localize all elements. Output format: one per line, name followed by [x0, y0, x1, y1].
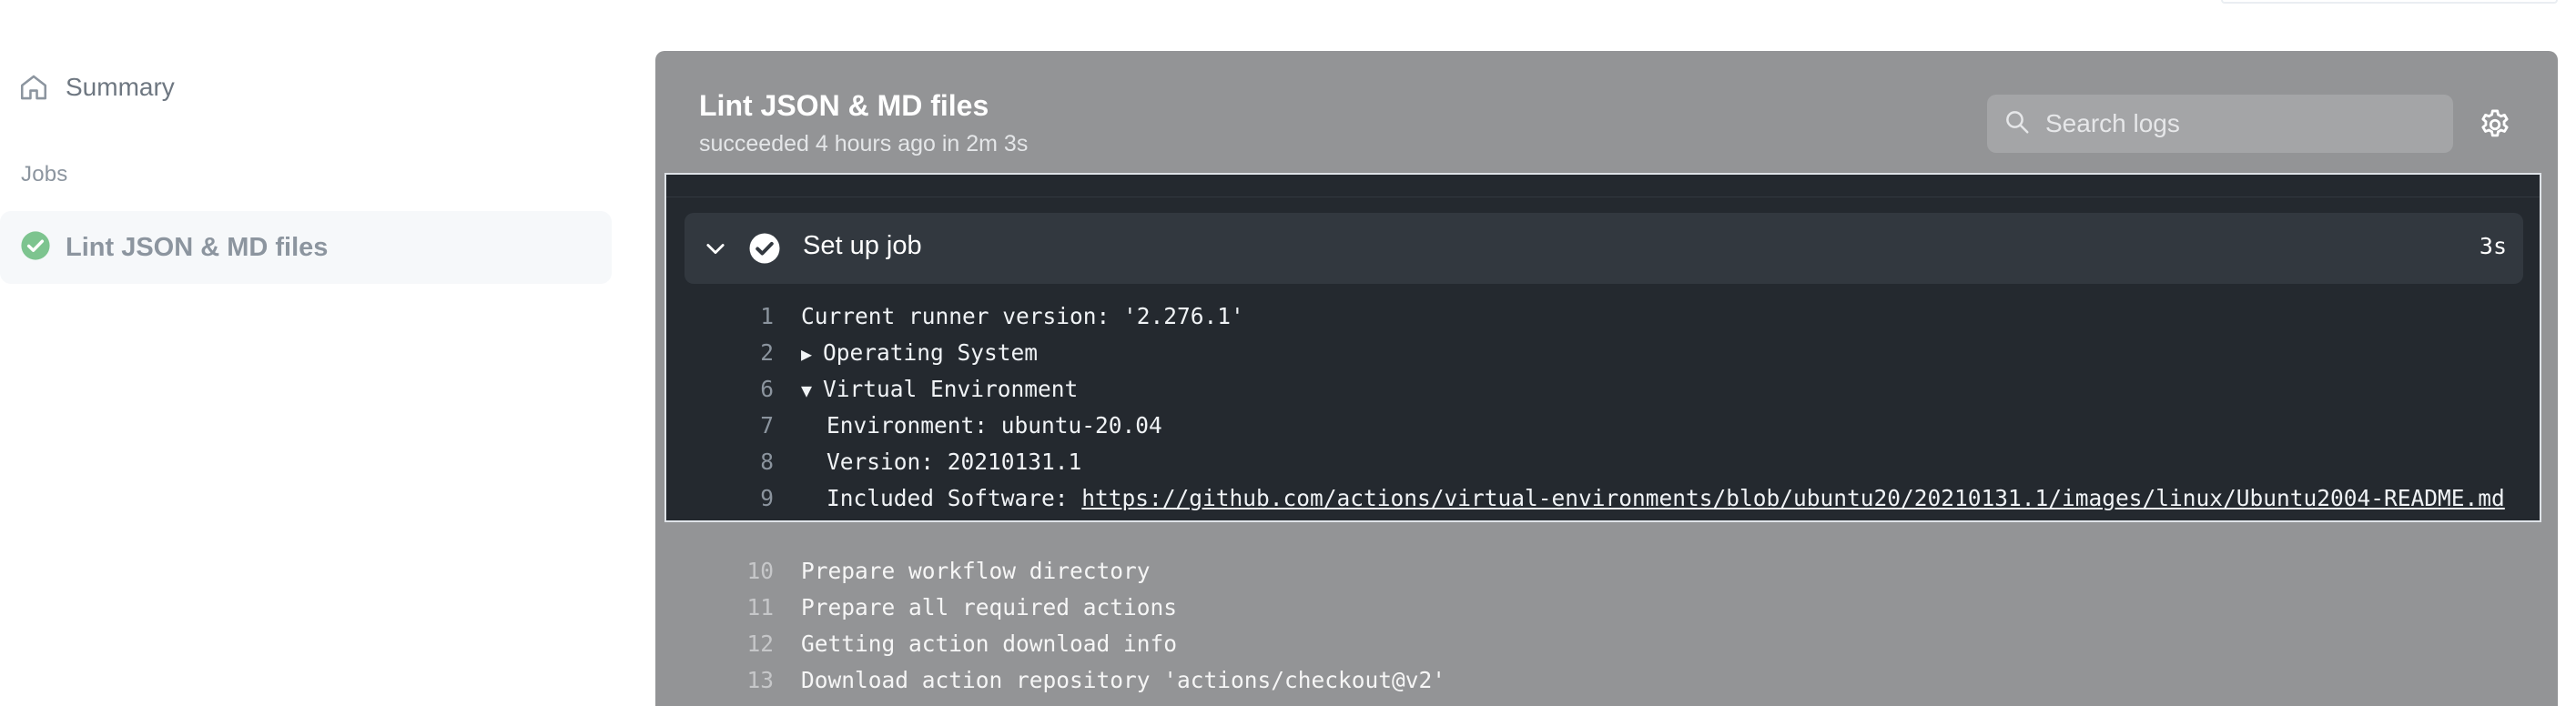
log-line: 7 Environment: ubuntu-20.04 [655, 408, 2530, 444]
log-text: Getting action download info [801, 630, 1178, 657]
log-text: Included Software: [827, 485, 1082, 511]
log-line: 13 Download action repository 'actions/c… [655, 662, 2558, 699]
log-line: 12 Getting action download info [655, 626, 2558, 662]
top-right-tab [2221, 0, 2558, 4]
log-text: Current runner version: '2.276.1' [801, 303, 1244, 329]
step-title: Set up job [803, 231, 922, 260]
line-number: 1 [760, 303, 774, 329]
check-circle-icon [748, 232, 781, 269]
chevron-down-icon[interactable] [703, 236, 728, 266]
log-text: Environment: ubuntu-20.04 [827, 412, 1162, 439]
line-number: 13 [746, 667, 774, 693]
log-line: 11 Prepare all required actions [655, 590, 2558, 626]
job-title: Lint JSON & MD files [699, 89, 989, 122]
log-text: Download action repository 'actions/chec… [801, 667, 1446, 693]
log-line: 1 Current runner version: '2.276.1' [655, 298, 2530, 335]
log-text: Prepare workflow directory [801, 558, 1151, 584]
setup-job-step: Set up job 3s 1 Current runner version: … [664, 173, 2541, 522]
sidebar-item-summary-label: Summary [66, 73, 175, 101]
line-number: 14 [655, 699, 774, 706]
log-text: Prepare all required actions [801, 594, 1178, 620]
line-number: 8 [760, 449, 774, 475]
jobs-heading: Jobs [21, 162, 68, 187]
search-logs-input[interactable] [2044, 108, 2448, 139]
step-duration: 3s [2479, 233, 2507, 259]
step-header-setup-job[interactable]: Set up job 3s [685, 213, 2523, 284]
line-number: 7 [760, 412, 774, 439]
sidebar: Summary Jobs Lint JSON & MD files [0, 0, 619, 706]
search-logs-box[interactable] [1987, 95, 2453, 153]
line-number: 10 [746, 558, 774, 584]
line-number: 2 [760, 339, 774, 366]
triangle-right-icon[interactable]: ▶ [801, 336, 823, 372]
log-group-label[interactable]: Virtual Environment [823, 376, 1078, 402]
gear-icon[interactable] [2478, 107, 2512, 142]
log-group-label[interactable]: Operating System [823, 339, 1038, 366]
job-status-text: succeeded 4 hours ago in 2m 3s [699, 131, 1029, 156]
home-icon [18, 72, 49, 103]
log-line: 14 Download action repository 'github/su… [655, 699, 2558, 706]
sidebar-item-job-label: Lint JSON & MD files [66, 232, 329, 262]
sidebar-item-summary[interactable]: Summary [18, 67, 175, 107]
sidebar-item-job[interactable]: Lint JSON & MD files [0, 211, 612, 284]
line-number: 6 [760, 376, 774, 402]
log-text: Version: 20210131.1 [827, 449, 1082, 475]
log-line: 9 Included Software: https://github.com/… [655, 480, 2530, 517]
log-text: Download action repository 'github/super… [801, 699, 1486, 706]
log-line[interactable]: 2 ▶ Operating System [655, 335, 2530, 371]
search-icon [2003, 108, 2031, 140]
triangle-down-icon[interactable]: ▼ [801, 372, 823, 408]
log-line: 10 Prepare workflow directory [655, 553, 2558, 590]
line-number: 11 [746, 594, 774, 620]
line-number: 9 [760, 485, 774, 511]
software-readme-link[interactable]: https://github.com/actions/virtual-envir… [1081, 485, 2505, 511]
log-line[interactable]: 6 ▼ Virtual Environment [655, 371, 2530, 408]
line-number: 12 [746, 630, 774, 657]
check-circle-icon [20, 230, 51, 266]
log-line: 8 Version: 20210131.1 [655, 444, 2530, 480]
